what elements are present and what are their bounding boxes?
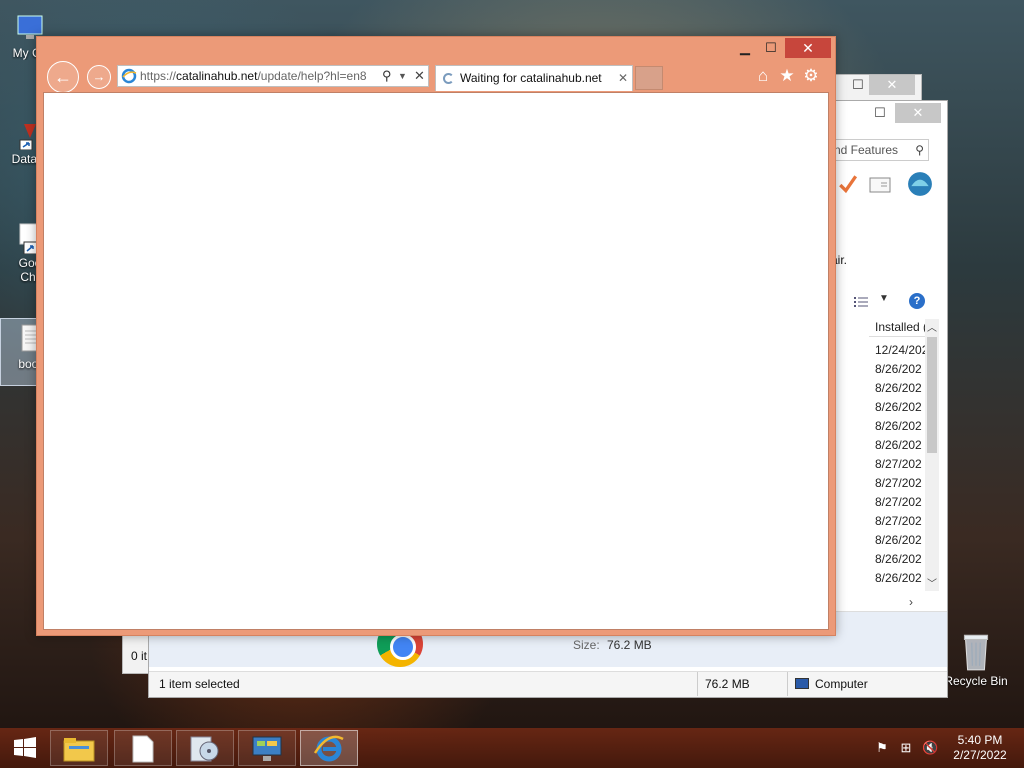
table-row[interactable]: 8/26/202 — [869, 417, 925, 436]
help-icon[interactable]: ? — [909, 293, 925, 309]
vertical-scrollbar[interactable]: ︿ ﹀ — [925, 319, 939, 591]
status-bar: 1 item selected 76.2 MB Computer — [149, 671, 947, 697]
home-icon[interactable]: ⌂ — [753, 67, 773, 87]
status-text: 0 it — [131, 649, 148, 663]
maximize-button[interactable]: ☐ — [757, 39, 785, 59]
installed-date-list: 12/24/202 8/26/202 8/26/202 8/26/202 8/2… — [869, 341, 925, 588]
table-row[interactable]: 12/24/202 — [869, 341, 925, 360]
address-path: /update/help?hl=en8 — [257, 69, 367, 83]
minimize-button[interactable]: ▁ — [731, 39, 759, 59]
windows-start-icon[interactable] — [12, 736, 38, 760]
table-row[interactable]: 8/27/202 — [869, 455, 925, 474]
status-size: 76.2 MB — [705, 677, 750, 691]
table-row[interactable]: 8/26/202 — [869, 398, 925, 417]
forward-button[interactable]: → — [87, 65, 111, 89]
control-panel-icon — [252, 736, 282, 761]
size-label: Size: — [573, 638, 600, 652]
chevron-down-icon[interactable]: ▼ — [879, 293, 889, 304]
taskbar-clock[interactable]: 5:40 PM 2/27/2022 — [950, 733, 1010, 763]
page-content-area[interactable] — [43, 92, 829, 630]
mail-icon[interactable] — [869, 177, 891, 193]
search-input[interactable]: nd Features ⚲ — [829, 139, 929, 161]
table-row[interactable]: 8/27/202 — [869, 512, 925, 531]
internet-explorer-icon — [313, 735, 344, 762]
action-center-flag-icon[interactable]: ⚑ — [874, 740, 890, 756]
table-row[interactable]: 8/26/202 — [869, 531, 925, 550]
stop-icon[interactable]: ✕ — [414, 66, 425, 86]
file-explorer-icon — [63, 738, 95, 762]
loading-spinner-icon — [443, 73, 454, 84]
view-options-icon[interactable] — [853, 295, 869, 309]
status-selected: 1 item selected — [159, 677, 240, 691]
recycle-bin-icon — [963, 634, 989, 671]
clock-date: 2/27/2022 — [953, 748, 1007, 762]
tab-title: Waiting for catalinahub.net — [460, 71, 602, 85]
ie-page-icon — [121, 68, 137, 84]
address-host: catalinahub.net — [176, 69, 258, 83]
gear-icon[interactable]: ⚙ — [801, 67, 821, 87]
table-row[interactable]: 8/26/202 — [869, 550, 925, 569]
table-row[interactable]: 8/27/202 — [869, 493, 925, 512]
search-icon[interactable]: ⚲ — [382, 66, 392, 86]
taskbar-file-explorer[interactable] — [50, 730, 108, 766]
taskbar-media-center[interactable] — [176, 730, 234, 766]
document-icon — [132, 735, 154, 763]
search-placeholder: nd Features — [834, 143, 899, 157]
scroll-down-icon[interactable]: ﹀ — [927, 575, 937, 590]
address-prefix: https:// — [140, 69, 177, 83]
chevron-down-icon[interactable]: ▼ — [398, 66, 407, 86]
desktop-icon-label: Recycle Bin — [944, 674, 1008, 688]
status-location: Computer — [815, 677, 868, 691]
close-button[interactable]: ✕ — [869, 75, 915, 95]
taskbar — [0, 728, 1024, 768]
table-row[interactable]: 8/27/202 — [869, 474, 925, 493]
status-divider — [697, 672, 698, 696]
table-row[interactable]: 8/26/202 — [869, 360, 925, 379]
new-tab-button[interactable] — [635, 66, 663, 90]
media-center-icon — [190, 736, 219, 762]
size-value: 76.2 MB — [607, 638, 652, 652]
desktop-icon-recycle-bin[interactable]: Recycle Bin — [944, 630, 1008, 688]
internet-explorer-window[interactable]: ▁ ☐ ✕ ← → https://catalinahub.net/update… — [36, 36, 836, 636]
table-row[interactable]: 8/26/202 — [869, 569, 925, 588]
close-button[interactable]: ✕ — [785, 38, 831, 58]
shell-icon[interactable] — [907, 171, 933, 197]
checkmark-icon[interactable] — [837, 173, 859, 195]
volume-muted-icon[interactable]: 🔇 — [922, 740, 938, 756]
taskbar-document[interactable] — [114, 730, 172, 766]
status-divider — [787, 672, 788, 696]
table-row[interactable]: 8/26/202 — [869, 379, 925, 398]
taskbar-internet-explorer[interactable] — [300, 730, 358, 766]
scrollbar-thumb[interactable] — [927, 337, 937, 453]
address-url: https://catalinahub.net/update/help?hl=e… — [140, 66, 376, 86]
favorites-star-icon[interactable]: ★ — [777, 67, 797, 87]
tab-close-icon[interactable]: ✕ — [618, 66, 628, 90]
table-row[interactable]: 8/26/202 — [869, 436, 925, 455]
network-icon[interactable]: ⊞ — [898, 740, 914, 756]
scroll-up-icon[interactable]: ︿ — [927, 319, 937, 334]
taskbar-control-panel[interactable] — [238, 730, 296, 766]
scroll-right-icon[interactable]: › — [909, 595, 913, 609]
address-bar[interactable]: https://catalinahub.net/update/help?hl=e… — [117, 65, 429, 87]
arrow-left-icon: ← — [54, 67, 72, 87]
tab-catalinahub[interactable]: Waiting for catalinahub.net ✕ — [435, 65, 633, 91]
arrow-right-icon: → — [92, 69, 106, 84]
close-button[interactable]: ✕ — [895, 103, 941, 123]
back-button[interactable]: ← — [47, 61, 79, 93]
search-icon: ⚲ — [915, 143, 924, 157]
clock-time: 5:40 PM — [957, 733, 1003, 747]
computer-icon — [795, 678, 809, 689]
